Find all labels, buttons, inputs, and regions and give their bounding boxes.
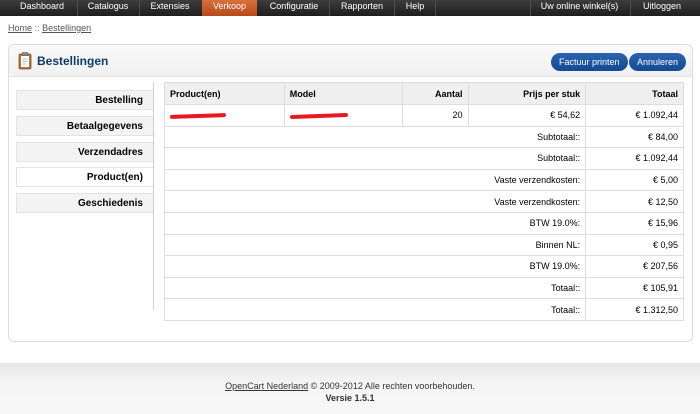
breadcrumb: Home :: Bestellingen bbox=[8, 23, 91, 33]
totals-row: Subtotaal:: € 84,00 bbox=[163, 125, 684, 149]
totals-row: BTW 19.0%: € 207,56 bbox=[163, 255, 684, 278]
totals-value: € 105,91 bbox=[585, 276, 684, 300]
redaction-mark bbox=[169, 112, 227, 119]
column-header-total: Totaal bbox=[585, 82, 684, 105]
tab-betaalgegevens[interactable]: Betaalgegevens bbox=[16, 116, 153, 136]
footer: OpenCart Nederland © 2009-2012 Alle rech… bbox=[0, 363, 700, 414]
breadcrumb-separator: :: bbox=[34, 23, 40, 33]
footer-copyright: OpenCart Nederland © 2009-2012 Alle rech… bbox=[0, 381, 700, 391]
cancel-button[interactable]: Annuleren bbox=[629, 53, 687, 71]
totals-label: Vaste verzendkosten: bbox=[163, 168, 587, 192]
totals-value: € 0,95 bbox=[585, 233, 684, 257]
footer-link-opencart[interactable]: OpenCart Nederland bbox=[225, 381, 308, 391]
totals-value: € 15,96 bbox=[585, 211, 684, 235]
totals-value: € 207,56 bbox=[585, 255, 684, 278]
redaction-mark bbox=[289, 112, 348, 119]
totals-label: Subtotaal:: bbox=[163, 147, 587, 170]
totals-label: Vaste verzendkosten: bbox=[163, 190, 587, 213]
product-model-cell bbox=[283, 104, 403, 127]
tab-verzendadres[interactable]: Verzendadres bbox=[16, 142, 153, 162]
nav-divider bbox=[530, 0, 531, 16]
nav-divider bbox=[630, 0, 631, 16]
store-link[interactable]: Uw online winkel(s) bbox=[532, 0, 627, 16]
nav-item-dashboard[interactable]: Dashboard bbox=[8, 0, 76, 16]
totals-row: Subtotaal:: € 1.092,44 bbox=[163, 147, 684, 170]
unit-price-cell: € 54,62 bbox=[467, 104, 587, 127]
quantity-cell: 20 bbox=[401, 104, 469, 127]
table-row: 20 € 54,62 € 1.092,44 bbox=[164, 104, 684, 127]
print-invoice-button[interactable]: Factuur printen bbox=[551, 53, 628, 71]
column-header-product: Product(en) bbox=[164, 82, 285, 105]
logout-link[interactable]: Uitloggen bbox=[633, 0, 691, 16]
tabs-divider bbox=[153, 82, 154, 310]
totals-value: € 1.092,44 bbox=[585, 147, 684, 170]
footer-copyright-text: © 2009-2012 Alle rechten voorbehouden. bbox=[310, 381, 475, 391]
footer-version: Versie 1.5.1 bbox=[325, 393, 375, 403]
totals-label: Totaal:: bbox=[163, 298, 587, 321]
nav-item-verkoop[interactable]: Verkoop bbox=[202, 0, 257, 16]
tab-bestelling[interactable]: Bestelling bbox=[16, 90, 153, 110]
nav-item-catalogus[interactable]: Catalogus bbox=[78, 0, 138, 16]
totals-row: Vaste verzendkosten: € 12,50 bbox=[163, 190, 684, 213]
breadcrumb-current[interactable]: Bestellingen bbox=[42, 23, 91, 33]
box-heading: Bestellingen Factuur printen Annuleren bbox=[9, 45, 692, 77]
nav-divider bbox=[435, 0, 436, 16]
nav-item-rapporten[interactable]: Rapporten bbox=[330, 0, 394, 16]
order-products-table: Product(en) Model Aantal Prijs per stuk … bbox=[163, 82, 684, 321]
table-header-row: Product(en) Model Aantal Prijs per stuk … bbox=[164, 82, 684, 105]
product-name-cell[interactable] bbox=[164, 104, 285, 127]
tab-producten[interactable]: Product(en) bbox=[16, 167, 153, 187]
totals-value: € 1.312,50 bbox=[585, 298, 684, 321]
top-navigation: Dashboard Catalogus Extensies Verkoop Co… bbox=[0, 0, 700, 16]
totals-row: BTW 19.0%: € 15,96 bbox=[163, 211, 684, 235]
totals-label: BTW 19.0%: bbox=[163, 211, 587, 235]
totals-row: Vaste verzendkosten: € 5,00 bbox=[163, 168, 684, 192]
totals-value: € 12,50 bbox=[585, 190, 684, 213]
clipboard-icon bbox=[18, 52, 32, 70]
breadcrumb-home[interactable]: Home bbox=[8, 23, 32, 33]
totals-row: Binnen NL: € 0,95 bbox=[163, 233, 684, 257]
row-total-cell: € 1.092,44 bbox=[585, 104, 684, 127]
nav-item-help[interactable]: Help bbox=[395, 0, 435, 16]
totals-value: € 5,00 bbox=[585, 168, 684, 192]
totals-value: € 84,00 bbox=[585, 125, 684, 149]
column-header-quantity: Aantal bbox=[401, 82, 469, 105]
nav-item-configuratie[interactable]: Configuratie bbox=[259, 0, 329, 16]
totals-row: Totaal:: € 1.312,50 bbox=[163, 298, 684, 321]
totals-label: Binnen NL: bbox=[163, 233, 587, 257]
column-header-unit-price: Prijs per stuk bbox=[467, 82, 587, 105]
totals-label: Totaal:: bbox=[163, 276, 587, 300]
nav-item-extensies[interactable]: Extensies bbox=[140, 0, 200, 16]
totals-row: Totaal:: € 105,91 bbox=[163, 276, 684, 300]
tab-geschiedenis[interactable]: Geschiedenis bbox=[16, 193, 153, 213]
page-title: Bestellingen bbox=[37, 54, 109, 68]
totals-label: BTW 19.0%: bbox=[163, 255, 587, 278]
column-header-model: Model bbox=[283, 82, 403, 105]
totals-label: Subtotaal:: bbox=[163, 125, 587, 149]
